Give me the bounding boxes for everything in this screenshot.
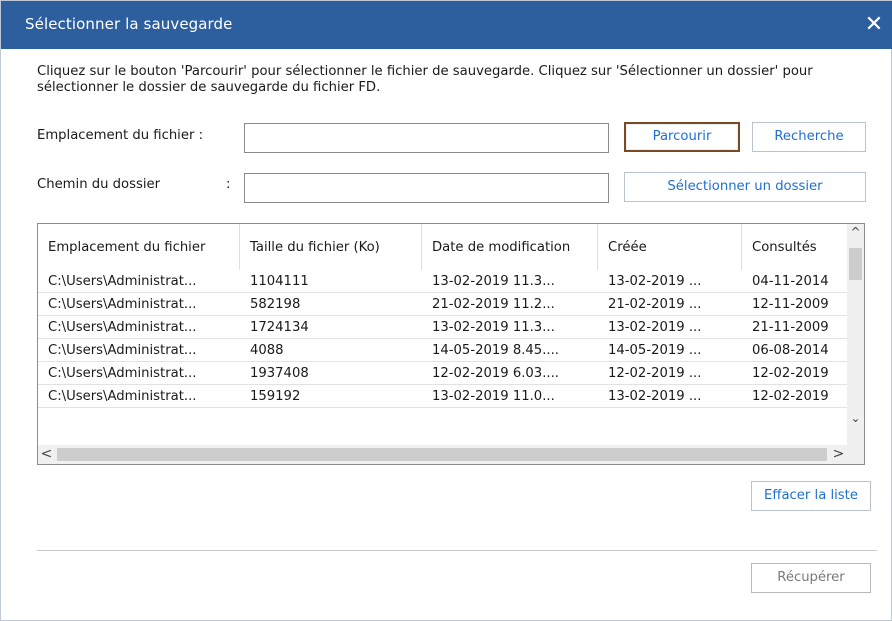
table-row[interactable]: C:\Users\Administrat... 582198 21-02-201… — [38, 293, 848, 316]
column-header-file-location[interactable]: Emplacement du fichier — [38, 224, 240, 270]
cell-accessed: 04-11-2014 — [752, 274, 829, 289]
browse-button[interactable]: Parcourir — [624, 122, 740, 152]
cell-accessed: 12-02-2019 — [752, 389, 829, 404]
cell-accessed: 21-11-2009 — [752, 320, 829, 335]
dialog-title: Sélectionner la sauvegarde — [25, 15, 233, 33]
backup-file-list[interactable]: Emplacement du fichier Taille du fichier… — [37, 223, 865, 465]
cell-created: 21-02-2019 ... — [608, 297, 702, 312]
scroll-down-icon[interactable]: ⌄ — [847, 410, 864, 427]
cell-created: 13-02-2019 ... — [608, 389, 702, 404]
cell-created: 13-02-2019 ... — [608, 320, 702, 335]
cell-created: 14-05-2019 ... — [608, 343, 702, 358]
column-header-created[interactable]: Créée — [598, 224, 742, 270]
cell-modified-date: 12-02-2019 6.03.... — [432, 366, 559, 381]
table-row[interactable]: C:\Users\Administrat... 1104111 13-02-20… — [38, 270, 848, 293]
cell-modified-date: 21-02-2019 11.2... — [432, 297, 555, 312]
file-location-label: Emplacement du fichier : — [37, 128, 204, 143]
table-row[interactable]: C:\Users\Administrat... 1937408 12-02-20… — [38, 362, 848, 385]
cell-file-size: 582198 — [250, 297, 301, 312]
scrollbar-corner — [847, 445, 864, 464]
cell-accessed: 12-02-2019 — [752, 366, 829, 381]
vertical-scroll-thumb[interactable] — [849, 248, 862, 280]
cell-file-location: C:\Users\Administrat... — [48, 297, 197, 312]
cell-modified-date: 13-02-2019 11.3... — [432, 274, 555, 289]
instructions-text: Cliquez sur le bouton 'Parcourir' pour s… — [37, 64, 813, 95]
table-header: Emplacement du fichier Taille du fichier… — [38, 224, 864, 270]
select-backup-dialog: Sélectionner la sauvegarde ✕ Cliquez sur… — [0, 0, 892, 621]
close-icon[interactable]: ✕ — [859, 7, 889, 43]
cell-file-location: C:\Users\Administrat... — [48, 366, 197, 381]
scroll-up-icon[interactable]: ^ — [847, 224, 864, 241]
select-folder-button[interactable]: Sélectionner un dossier — [624, 172, 866, 202]
cell-file-size: 1937408 — [250, 366, 309, 381]
recover-button[interactable]: Récupérer — [751, 563, 871, 593]
cell-modified-date: 14-05-2019 8.45.... — [432, 343, 559, 358]
cell-file-size: 1104111 — [250, 274, 309, 289]
cell-accessed: 12-11-2009 — [752, 297, 829, 312]
title-bar: Sélectionner la sauvegarde ✕ — [1, 1, 892, 49]
divider — [37, 550, 877, 551]
scroll-right-icon[interactable]: > — [830, 445, 847, 464]
horizontal-scroll-thumb[interactable] — [57, 448, 827, 461]
cell-file-location: C:\Users\Administrat... — [48, 343, 197, 358]
folder-path-input[interactable] — [244, 173, 609, 203]
cell-file-location: C:\Users\Administrat... — [48, 274, 197, 289]
cell-file-size: 1724134 — [250, 320, 309, 335]
vertical-scrollbar[interactable]: ^ ⌄ — [847, 224, 864, 445]
search-button[interactable]: Recherche — [752, 122, 866, 152]
scroll-left-icon[interactable]: < — [38, 445, 55, 464]
file-location-input[interactable] — [244, 123, 609, 153]
cell-file-location: C:\Users\Administrat... — [48, 320, 197, 335]
cell-modified-date: 13-02-2019 11.0... — [432, 389, 555, 404]
cell-file-size: 4088 — [250, 343, 284, 358]
table-row[interactable]: C:\Users\Administrat... 1724134 13-02-20… — [38, 316, 848, 339]
column-header-accessed[interactable]: Consultés — [742, 224, 848, 270]
folder-path-colon: : — [226, 177, 231, 192]
folder-path-label: Chemin du dossier — [37, 177, 161, 192]
cell-modified-date: 13-02-2019 11.3... — [432, 320, 555, 335]
cell-accessed: 06-08-2014 — [752, 343, 829, 358]
horizontal-scrollbar[interactable]: < > — [38, 445, 847, 464]
table-row[interactable]: C:\Users\Administrat... 159192 13-02-201… — [38, 385, 848, 408]
cell-file-location: C:\Users\Administrat... — [48, 389, 197, 404]
cell-created: 13-02-2019 ... — [608, 274, 702, 289]
table-row[interactable]: C:\Users\Administrat... 4088 14-05-2019 … — [38, 339, 848, 362]
cell-file-size: 159192 — [250, 389, 301, 404]
clear-list-button[interactable]: Effacer la liste — [751, 481, 871, 511]
column-header-modified-date[interactable]: Date de modification — [422, 224, 598, 270]
column-header-file-size[interactable]: Taille du fichier (Ko) — [240, 224, 422, 270]
cell-created: 12-02-2019 ... — [608, 366, 702, 381]
